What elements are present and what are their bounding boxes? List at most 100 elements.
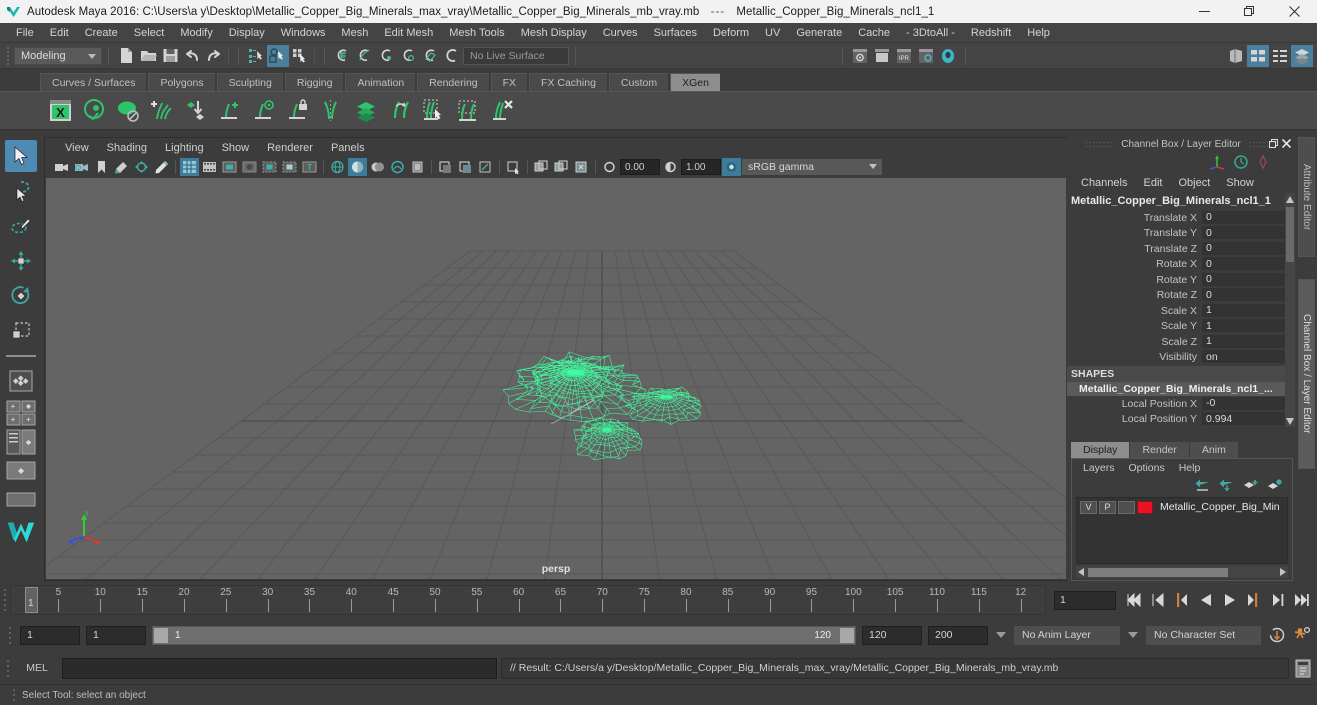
redo-icon[interactable] (203, 45, 225, 67)
channel-value[interactable]: 0.994 (1202, 412, 1295, 427)
channel-row[interactable]: Local Position X -0 (1067, 396, 1295, 412)
xgen-add-description-icon[interactable] (146, 95, 178, 127)
snap-to-curve-icon[interactable] (353, 45, 375, 67)
layer-menu-options[interactable]: Options (1122, 461, 1172, 475)
two-d-pan-zoom-icon[interactable] (132, 158, 151, 176)
xgen-geometry-icon[interactable] (112, 95, 144, 127)
shelf-tab-fx-caching[interactable]: FX Caching (529, 73, 608, 91)
persp-outliner-layout[interactable] (6, 429, 36, 455)
layer-tab-display[interactable]: Display (1071, 442, 1130, 458)
live-surface-field[interactable]: No Live Surface (463, 46, 569, 65)
resolution-gate-icon[interactable] (220, 158, 239, 176)
step-forward-keyframe-icon[interactable] (1268, 591, 1287, 610)
shelf-tab-animation[interactable]: Animation (345, 73, 417, 91)
shelf-tab-sculpting[interactable]: Sculpting (216, 73, 284, 91)
channel-value[interactable]: 0 (1202, 257, 1295, 272)
viewport-menu-lighting[interactable]: Lighting (157, 141, 212, 155)
color-management-icon[interactable] (722, 158, 741, 176)
layer-editor-icon[interactable] (1291, 44, 1313, 67)
menu-uv[interactable]: UV (757, 25, 788, 41)
play-backwards-icon[interactable] (1196, 591, 1215, 610)
viewport-menu-show[interactable]: Show (214, 141, 258, 155)
animation-end-field[interactable]: 200 (928, 625, 988, 645)
layer-menu-help[interactable]: Help (1172, 461, 1208, 475)
character-set-selector[interactable]: No Character Set (1146, 625, 1261, 645)
xgen-mirror-guide-icon[interactable] (316, 95, 348, 127)
select-by-hierarchy-icon[interactable] (245, 45, 267, 67)
xgen-add-guide-icon[interactable] (214, 95, 246, 127)
menu-mesh-tools[interactable]: Mesh Tools (441, 25, 512, 41)
render-sequence-icon[interactable] (871, 45, 893, 67)
render-settings-icon[interactable] (915, 45, 937, 67)
menu-file[interactable]: File (8, 25, 42, 41)
film-gate-icon[interactable] (200, 158, 219, 176)
channel-value[interactable]: -0 (1202, 396, 1295, 411)
scroll-up-arrow-icon[interactable] (1285, 193, 1295, 205)
menu-help[interactable]: Help (1019, 25, 1058, 41)
layer-state-toggle[interactable] (1118, 500, 1135, 514)
persp-graph-layout[interactable] (6, 458, 36, 484)
xgen-select-guide-icon[interactable] (418, 95, 450, 127)
go-to-start-icon[interactable] (1124, 591, 1143, 610)
hypershade-icon[interactable] (937, 45, 959, 67)
xgen-region-icon[interactable] (452, 95, 484, 127)
channel-box-scrollbar[interactable] (1285, 193, 1295, 427)
menu-select[interactable]: Select (126, 25, 173, 41)
screen-space-ao-icon[interactable] (456, 158, 475, 176)
playback-start-field[interactable]: 1 (86, 625, 146, 645)
select-tool[interactable] (5, 140, 37, 172)
bookmark-icon[interactable] (92, 158, 111, 176)
channel-value[interactable]: 0 (1202, 288, 1295, 303)
shape-node-name[interactable]: Metallic_Copper_Big_Minerals_ncl1_... (1067, 382, 1295, 396)
menu-surfaces[interactable]: Surfaces (646, 25, 705, 41)
move-layer-up-icon[interactable] (1195, 479, 1210, 494)
time-slider-track[interactable]: 1 5 10 15 20 25 30 35 40 45 50 55 60 65 70 75 80 85 90 95 1… (10, 585, 1046, 615)
single-perspective-layout[interactable] (6, 487, 36, 513)
menu-modify[interactable]: Modify (172, 25, 220, 41)
scroll-left-arrow-icon[interactable] (1077, 567, 1087, 577)
last-tool-used[interactable] (5, 365, 37, 397)
shelf-tab-rendering[interactable]: Rendering (417, 73, 490, 91)
save-scene-icon[interactable] (159, 45, 181, 67)
new-scene-icon[interactable] (115, 45, 137, 67)
snap-to-point-icon[interactable] (375, 45, 397, 67)
scale-tool[interactable] (5, 315, 37, 347)
make-live-icon[interactable] (441, 45, 463, 67)
xgen-preview-icon[interactable] (78, 95, 110, 127)
channel-box-key-icon[interactable] (1255, 154, 1271, 170)
snap-to-projected-center-icon[interactable] (397, 45, 419, 67)
viewport-menu-renderer[interactable]: Renderer (259, 141, 321, 155)
restore-button[interactable] (1227, 0, 1272, 23)
shelf-tab-custom[interactable]: Custom (608, 73, 670, 91)
image-plane-icon[interactable] (112, 158, 131, 176)
grid-toggle-icon[interactable] (180, 158, 199, 176)
command-input[interactable] (62, 657, 497, 679)
camera-attributes-icon[interactable] (72, 158, 91, 176)
go-to-end-icon[interactable] (1292, 591, 1311, 610)
menu-set-selector[interactable]: Modeling (14, 46, 102, 65)
maya-logo-icon[interactable] (5, 516, 37, 548)
channel-value[interactable]: 0 (1202, 272, 1295, 287)
layer-tab-render[interactable]: Render (1130, 442, 1189, 458)
channel-box-menu-channels[interactable]: Channels (1073, 176, 1135, 190)
menu-cache[interactable]: Cache (850, 25, 898, 41)
menu-display[interactable]: Display (221, 25, 273, 41)
command-line-grip[interactable] (4, 654, 12, 682)
channel-value[interactable]: 0 (1202, 210, 1295, 225)
undock-panel-icon[interactable] (1267, 137, 1280, 150)
xgen-import-icon[interactable] (180, 95, 212, 127)
snap-to-view-plane-icon[interactable] (419, 45, 441, 67)
channel-value[interactable]: 1 (1202, 303, 1295, 318)
channel-row[interactable]: Scale Z 1 (1067, 334, 1295, 350)
range-slider-grip[interactable] (6, 621, 14, 649)
film-origin-icon[interactable] (260, 158, 279, 176)
channel-row[interactable]: Visibility on (1067, 350, 1295, 366)
scroll-right-arrow-icon[interactable] (1277, 567, 1287, 577)
anim-layer-selector[interactable]: No Anim Layer (1014, 625, 1120, 645)
ipr-render-icon[interactable]: IPR (893, 45, 915, 67)
channel-row[interactable]: Scale Y 1 (1067, 319, 1295, 335)
shelf-tab-curves-surfaces[interactable]: Curves / Surfaces (40, 73, 148, 91)
xgen-move-guide-icon[interactable] (384, 95, 416, 127)
layer-color-swatch[interactable] (1137, 500, 1153, 514)
open-scene-icon[interactable] (137, 45, 159, 67)
